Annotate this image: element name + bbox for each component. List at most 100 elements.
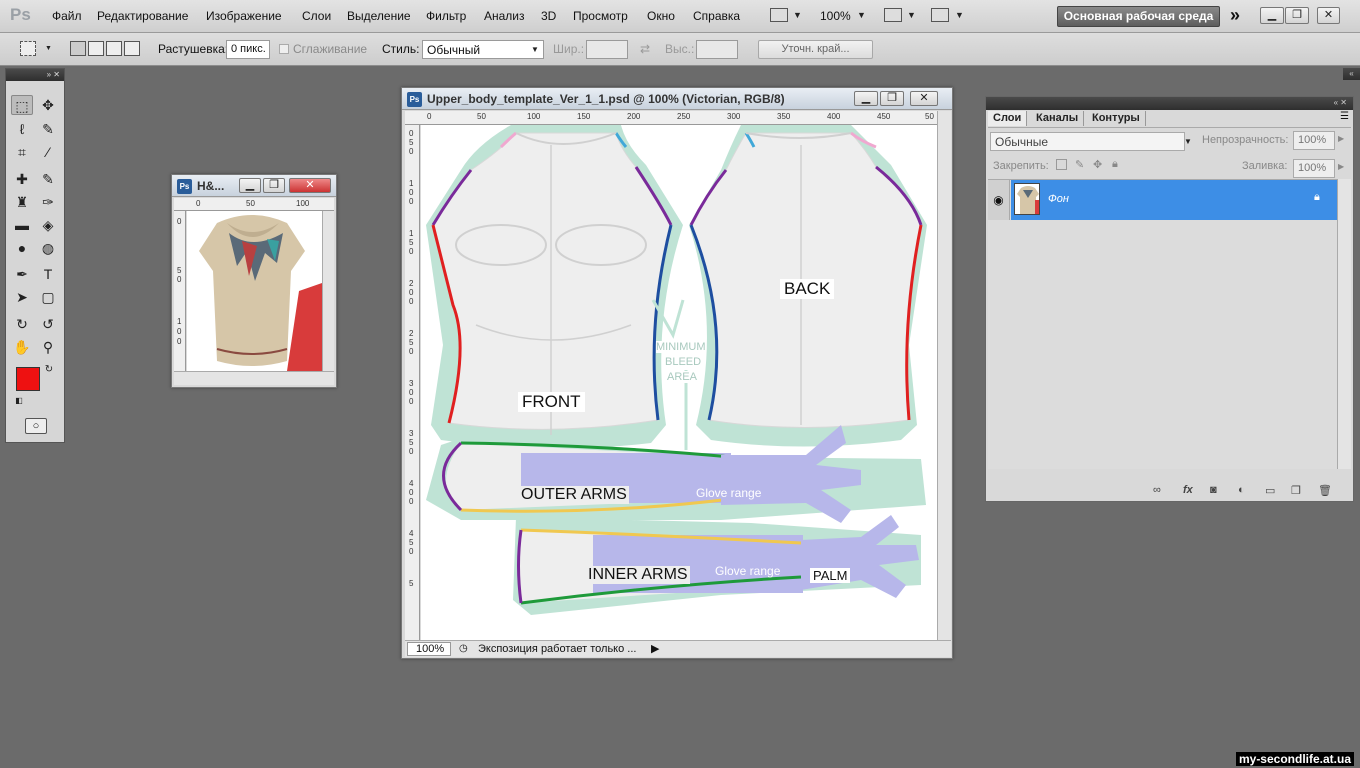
default-colors-icon[interactable]: ◧ xyxy=(8,391,30,411)
foreground-color-swatch[interactable] xyxy=(16,367,40,391)
menu-help[interactable]: Справка xyxy=(693,9,740,23)
menu-view[interactable]: Просмотр xyxy=(573,9,628,23)
status-info-icon[interactable]: ◷ xyxy=(459,643,468,654)
workspace-button[interactable]: Основная рабочая среда xyxy=(1057,6,1220,27)
app-restore-button[interactable]: ❐ xyxy=(1285,7,1309,24)
lock-position-icon[interactable]: ✥ xyxy=(1093,158,1102,171)
chevron-right-icon[interactable]: ▶ xyxy=(1338,134,1344,143)
marquee-tool-icon[interactable]: ⬚ xyxy=(11,95,33,115)
small-doc-restore[interactable]: ❐ xyxy=(263,178,285,193)
3d-orbit-icon[interactable]: ↺ xyxy=(37,314,59,334)
clone-stamp-icon[interactable]: ♜ xyxy=(11,192,33,212)
move-tool-icon[interactable]: ✥ xyxy=(37,95,59,115)
opacity-input[interactable]: 100% xyxy=(1293,131,1335,150)
adjustment-layer-icon[interactable]: ◐ xyxy=(1238,484,1245,496)
menu-layers[interactable]: Слои xyxy=(302,9,331,23)
layers-scrollbar[interactable] xyxy=(1337,179,1351,469)
subtract-selection-icon[interactable] xyxy=(106,41,122,56)
app-minimize-button[interactable]: ▁ xyxy=(1260,7,1284,24)
menu-analysis[interactable]: Анализ xyxy=(484,9,525,23)
workspace-more-icon[interactable]: » xyxy=(1230,5,1240,26)
fill-input[interactable]: 100% xyxy=(1293,159,1335,178)
eyedropper-tool-icon[interactable]: ⁄ xyxy=(37,142,59,162)
paint-bucket-icon[interactable]: ◈ xyxy=(37,215,59,235)
app-close-button[interactable]: ✕ xyxy=(1317,7,1340,24)
add-selection-icon[interactable] xyxy=(88,41,104,56)
antialias-checkbox[interactable] xyxy=(279,44,289,54)
refine-edge-button[interactable]: Уточн. край... xyxy=(758,40,873,59)
small-doc-hscrollbar[interactable] xyxy=(174,371,334,385)
link-layers-icon[interactable]: ∞ xyxy=(1153,484,1161,496)
hand-tool-icon[interactable]: ✋ xyxy=(11,337,33,357)
brush-tool-icon[interactable]: ✎ xyxy=(37,169,59,189)
eye-icon[interactable]: ◉ xyxy=(988,180,1010,220)
main-doc-minimize[interactable]: ▁ xyxy=(854,91,878,106)
panel-menu-icon[interactable]: ☰ xyxy=(1340,111,1349,122)
tab-channels[interactable]: Каналы xyxy=(1031,111,1085,126)
menu-file[interactable]: Файл xyxy=(52,9,82,23)
delete-layer-icon[interactable]: 🗑︎ xyxy=(1318,484,1332,497)
menubar-zoom[interactable]: 100% xyxy=(820,9,851,23)
status-menu-icon[interactable]: ▶ xyxy=(651,642,659,655)
lock-pixels-icon[interactable]: ✎ xyxy=(1075,158,1084,171)
collapse-icon[interactable]: » xyxy=(47,70,51,79)
layer-mask-icon[interactable]: ◙ xyxy=(1210,484,1217,496)
lock-all-icon[interactable]: 🔒︎ xyxy=(1112,158,1118,171)
menu-3d[interactable]: 3D xyxy=(541,9,556,23)
new-selection-icon[interactable] xyxy=(70,41,86,56)
shape-tool-icon[interactable]: ▢ xyxy=(37,287,59,307)
main-doc-titlebar[interactable]: Ps Upper_body_template_Ver_1_1.psd @ 100… xyxy=(402,88,952,110)
dodge-tool-icon[interactable]: ◍ xyxy=(37,238,59,258)
swap-icon[interactable]: ⇄ xyxy=(640,42,650,56)
main-doc-close[interactable]: ✕ xyxy=(910,91,938,106)
menu-filter[interactable]: Фильтр xyxy=(426,9,466,23)
crop-tool-icon[interactable]: ⌗ xyxy=(11,142,33,162)
intersect-selection-icon[interactable] xyxy=(124,41,140,56)
quick-mask-icon[interactable]: ○ xyxy=(25,418,47,434)
main-doc-restore[interactable]: ❐ xyxy=(880,91,904,106)
lasso-tool-icon[interactable]: ℓ xyxy=(11,119,33,139)
menu-window[interactable]: Окно xyxy=(647,9,675,23)
tab-paths[interactable]: Контуры xyxy=(1087,111,1146,126)
height-input[interactable] xyxy=(696,40,738,59)
path-select-icon[interactable]: ➤ xyxy=(11,287,33,307)
layer-style-icon[interactable]: fx xyxy=(1183,484,1193,496)
eraser-tool-icon[interactable]: ▬ xyxy=(11,215,33,235)
menu-edit[interactable]: Редактирование xyxy=(97,9,188,23)
width-input[interactable] xyxy=(586,40,628,59)
swap-colors-icon[interactable]: ↻ xyxy=(38,360,60,380)
menu-select[interactable]: Выделение xyxy=(347,9,411,23)
zoom-field[interactable]: 100% xyxy=(407,642,451,656)
menu-image[interactable]: Изображение xyxy=(206,9,282,23)
main-document-window[interactable]: Ps Upper_body_template_Ver_1_1.psd @ 100… xyxy=(401,87,953,659)
new-layer-icon[interactable]: ❐ xyxy=(1291,484,1301,497)
small-document-window[interactable]: Ps H&... ▁ ❐ ✕ 0 50 100 0 5 0 1 0 0 xyxy=(171,174,337,388)
type-tool-icon[interactable]: T xyxy=(37,264,59,284)
style-select[interactable]: Обычный xyxy=(422,40,544,59)
small-doc-vscrollbar[interactable] xyxy=(322,211,334,371)
pen-tool-icon[interactable]: ✒ xyxy=(11,264,33,284)
tab-layers[interactable]: Слои xyxy=(988,111,1028,126)
new-group-icon[interactable]: ▭ xyxy=(1265,484,1275,497)
layer-row-background[interactable]: Фон 🔒︎ xyxy=(1011,180,1337,220)
small-doc-titlebar[interactable]: Ps H&... ▁ ❐ ✕ xyxy=(172,175,336,197)
arrange-documents-icon[interactable] xyxy=(770,8,788,22)
feather-input[interactable]: 0 пикс. xyxy=(226,40,270,59)
history-brush-icon[interactable]: ✑ xyxy=(37,192,59,212)
main-doc-vscrollbar[interactable] xyxy=(937,111,951,640)
screen-grid-icon[interactable] xyxy=(884,8,902,22)
3d-rotate-icon[interactable]: ↻ xyxy=(11,314,33,334)
blend-mode-select[interactable]: Обычные xyxy=(990,132,1185,151)
small-doc-minimize[interactable]: ▁ xyxy=(239,178,261,193)
small-doc-close[interactable]: ✕ xyxy=(289,178,331,193)
chevron-right-icon[interactable]: ▶ xyxy=(1338,162,1344,171)
lock-transparency-icon[interactable] xyxy=(1056,159,1067,170)
healing-brush-icon[interactable]: ✚ xyxy=(11,169,33,189)
close-icon[interactable]: ✕ xyxy=(53,70,60,79)
quick-select-tool-icon[interactable]: ✎ xyxy=(37,119,59,139)
panel-dock-collapse-icon[interactable]: « xyxy=(1343,68,1360,80)
layer-name[interactable]: Фон xyxy=(1048,193,1069,205)
zoom-tool-icon[interactable]: ⚲ xyxy=(37,337,59,357)
screen-mode-icon[interactable] xyxy=(931,8,949,22)
blur-tool-icon[interactable]: ● xyxy=(11,238,33,258)
